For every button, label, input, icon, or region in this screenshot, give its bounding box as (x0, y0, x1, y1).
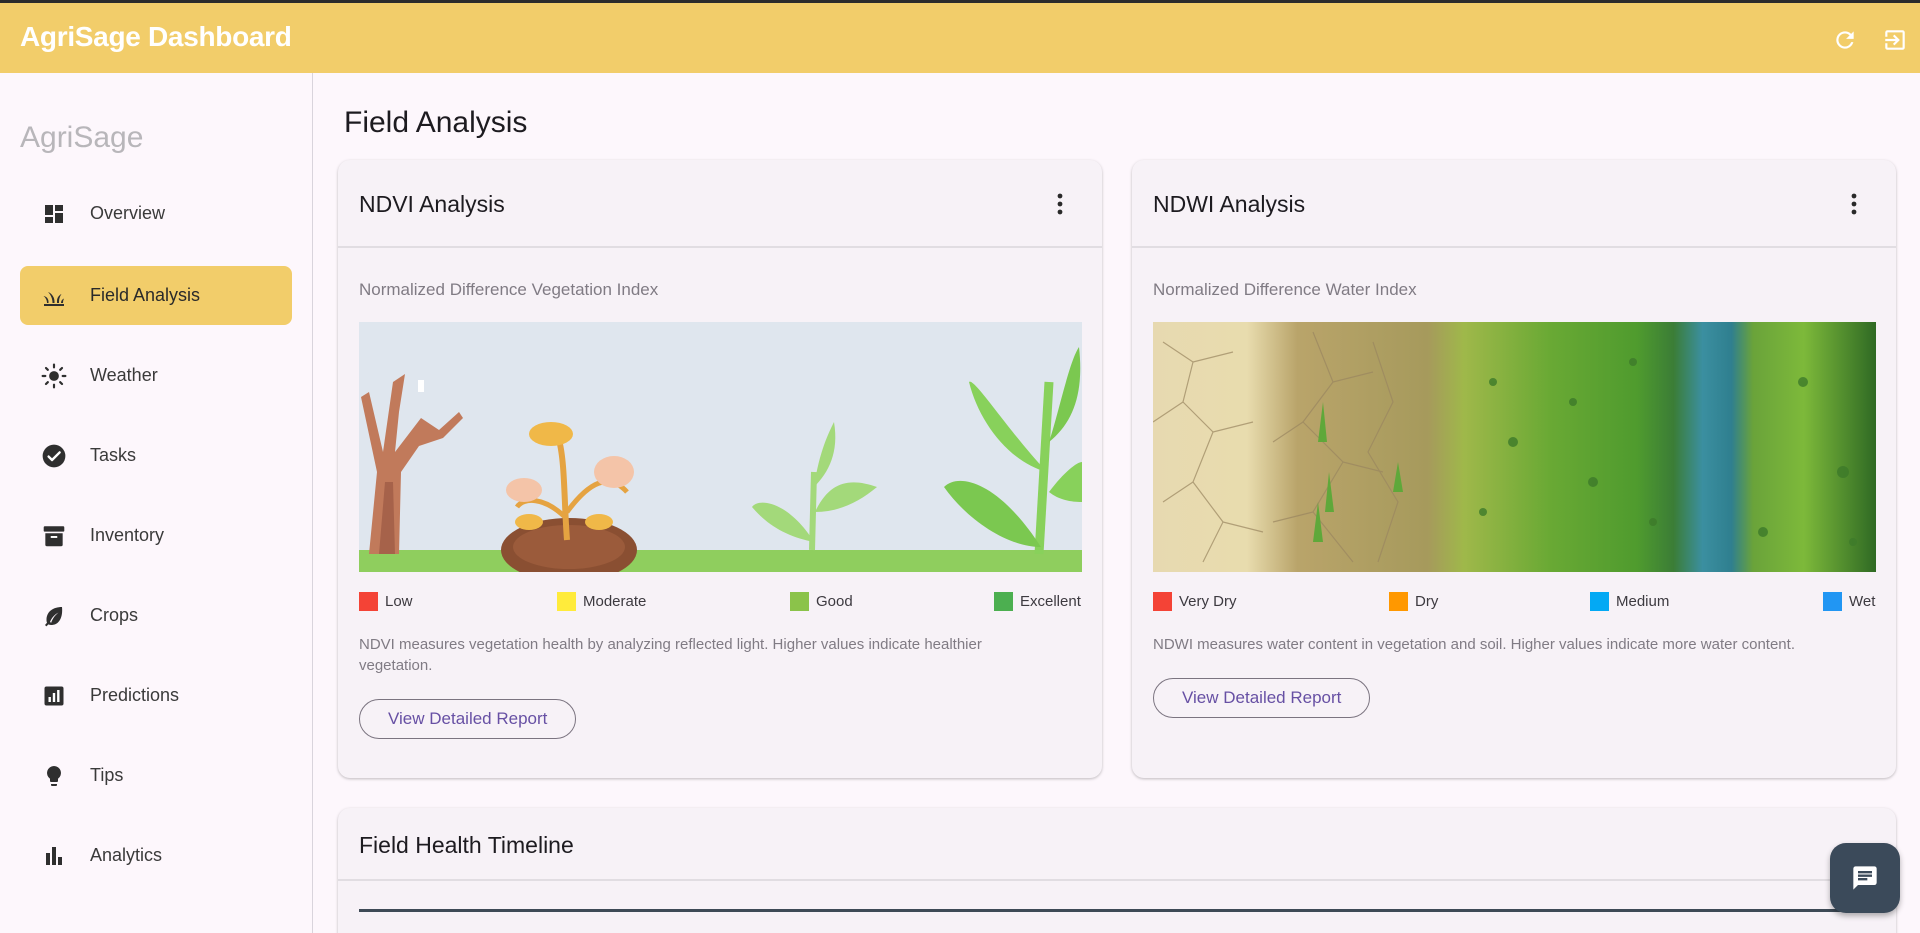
legend-item-good: Good (790, 592, 853, 611)
card-title: NDWI Analysis (1153, 191, 1306, 217)
legend-label: Low (385, 593, 413, 610)
sidebar-item-label: Inventory (90, 525, 165, 545)
legend-item-very-dry: Very Dry (1153, 592, 1237, 611)
card-title: NDVI Analysis (359, 191, 505, 217)
sidebar-item-overview[interactable]: Overview (20, 184, 292, 243)
legend-item-low: Low (359, 592, 413, 611)
sidebar-item-tasks[interactable]: Tasks (20, 426, 292, 485)
sidebar-item-analytics[interactable]: Analytics (20, 826, 292, 885)
sun-icon (40, 362, 68, 390)
refresh-icon[interactable] (1830, 25, 1860, 55)
sidebar-item-label: Tasks (90, 445, 137, 465)
sidebar-item-tips[interactable]: Tips (20, 746, 292, 805)
card-header: NDVI Analysis (338, 160, 1102, 248)
legend-swatch (1153, 592, 1172, 611)
legend-item-moderate: Moderate (557, 592, 646, 611)
ndvi-legend: Low Moderate Good Excellent (359, 592, 1082, 612)
bar-chart-icon (40, 842, 68, 870)
dashboard-icon (40, 200, 68, 228)
sidebar-item-label: Crops (90, 605, 139, 625)
sidebar-item-label: Tips (90, 765, 124, 785)
sidebar-item-label: Field Analysis (90, 285, 201, 305)
legend-swatch (1590, 592, 1609, 611)
legend-label: Excellent (1020, 593, 1081, 610)
sidebar-item-crops[interactable]: Crops (20, 586, 292, 645)
legend-label: Wet (1849, 593, 1876, 610)
ndvi-card: NDVI Analysis Normalized Difference Vege… (338, 160, 1102, 778)
card-header: Field Health Timeline (338, 808, 1896, 881)
legend-swatch (557, 592, 576, 611)
ndwi-view-report-button[interactable]: View Detailed Report (1153, 678, 1371, 718)
card-subtitle: Normalized Difference Water Index (1153, 280, 1417, 299)
legend-swatch (359, 592, 378, 611)
ndwi-illustration (1153, 322, 1876, 572)
more-options-button[interactable] (1046, 190, 1074, 218)
legend-label: Medium (1616, 593, 1670, 610)
legend-swatch (1389, 592, 1408, 611)
legend-item-medium: Medium (1590, 592, 1669, 611)
legend-swatch (1823, 592, 1842, 611)
app-title: AgriSage Dashboard (20, 21, 292, 52)
sidebar-item-label: Analytics (90, 845, 163, 865)
archive-icon (40, 522, 68, 550)
legend-swatch (994, 592, 1013, 611)
card-description: NDWI measures water content in vegetatio… (1153, 636, 1795, 653)
logout-icon[interactable] (1880, 25, 1910, 55)
sidebar-item-field-analysis[interactable]: Field Analysis (20, 266, 292, 325)
top-app-bar: AgriSage Dashboard (0, 0, 1920, 73)
sidebar-brand: AgriSage (20, 121, 144, 154)
legend-label: Very Dry (1179, 593, 1237, 610)
sidebar-item-label: Overview (90, 203, 166, 223)
lightbulb-icon (40, 762, 68, 790)
legend-swatch (790, 592, 809, 611)
legend-item-excellent: Excellent (994, 592, 1081, 611)
more-vert-icon (1057, 193, 1063, 215)
sidebar-item-inventory[interactable]: Inventory (20, 506, 292, 565)
card-description: NDVI measures vegetation health by analy… (359, 636, 982, 674)
insights-icon (40, 682, 68, 710)
page-title: Field Analysis (344, 106, 528, 139)
chat-button[interactable] (1830, 843, 1900, 913)
ndwi-legend: Very Dry Dry Medium Wet (1153, 592, 1876, 612)
legend-item-dry: Dry (1389, 592, 1438, 611)
chat-icon (1853, 866, 1877, 890)
legend-label: Good (816, 593, 853, 610)
timeline-card: Field Health Timeline (338, 808, 1896, 933)
ndvi-view-report-button[interactable]: View Detailed Report (359, 699, 577, 739)
timeline-chart-edge (359, 909, 1869, 912)
sidebar-item-weather[interactable]: Weather (20, 346, 292, 405)
card-title: Field Health Timeline (359, 832, 574, 858)
legend-label: Moderate (583, 593, 647, 610)
legend-item-wet: Wet (1823, 592, 1875, 611)
legend-label: Dry (1415, 593, 1439, 610)
leaf-icon (40, 602, 68, 630)
more-options-button[interactable] (1840, 190, 1868, 218)
sidebar: AgriSage Overview Field Analysis Weather… (0, 73, 313, 933)
ndvi-illustration (359, 322, 1082, 572)
sidebar-item-label: Predictions (90, 685, 180, 705)
grass-icon (40, 282, 68, 310)
more-vert-icon (1851, 193, 1857, 215)
check-circle-icon (40, 442, 68, 470)
sidebar-item-label: Weather (90, 365, 158, 385)
card-header: NDWI Analysis (1132, 160, 1896, 248)
card-subtitle: Normalized Difference Vegetation Index (359, 280, 659, 299)
ndwi-card: NDWI Analysis Normalized Difference Wate… (1132, 160, 1896, 778)
sidebar-item-predictions[interactable]: Predictions (20, 666, 292, 725)
